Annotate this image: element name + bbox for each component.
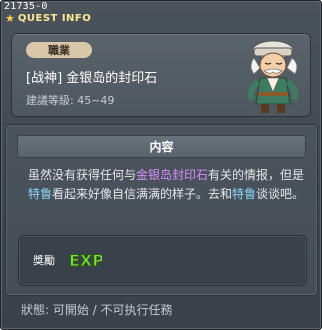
quest-description: 虽然没有获得任何与金银岛封印石有关的情报，但是特鲁看起来好像自信满满的样子。去和… (28, 166, 308, 204)
quest-summary-panel: 職業 [战神] 金银岛的封印石 建議等級: 45~49 (11, 33, 311, 117)
star-icon: ★ (5, 11, 15, 25)
quest-title: [战神] 金银岛的封印石 (26, 71, 158, 86)
content-header: 内容 (17, 135, 306, 158)
quest-info-window: 21735-0 ★ QUEST INFO 職業 [战神] 金银岛的封印石 建議等… (0, 0, 322, 330)
description-text: 有关的情报，但是 (208, 168, 305, 182)
description-text: 看起来好像自信满满的样子。去和 (52, 187, 233, 201)
title-bar[interactable]: ★ QUEST INFO (5, 11, 91, 25)
exp-icon-text: EXP (69, 251, 102, 270)
npc-highlight: 特鲁 (232, 187, 257, 201)
reward-label: 獎勵 (33, 254, 55, 267)
description-text: 虽然没有获得任何与 (28, 168, 137, 182)
reward-box: 獎勵 EXP (18, 235, 307, 286)
description-text: 谈谈吧。 (256, 187, 305, 201)
job-badge: 職業 (26, 42, 92, 58)
exp-icon[interactable]: EXP (68, 247, 103, 271)
quest-status: 狀態: 可開始 / 不可执行任務 (21, 303, 173, 317)
npc-portrait (247, 40, 299, 113)
quest-content-panel: 内容 虽然没有获得任何与金银岛封印石有关的情报，但是特鲁看起来好像自信满满的样子… (5, 124, 318, 296)
window-title: QUEST INFO (17, 12, 92, 24)
npc-highlight: 特鲁 (28, 187, 53, 201)
recommended-level: 建議等級: 45~49 (26, 94, 115, 107)
item-highlight: 金银岛封印石 (136, 168, 209, 182)
